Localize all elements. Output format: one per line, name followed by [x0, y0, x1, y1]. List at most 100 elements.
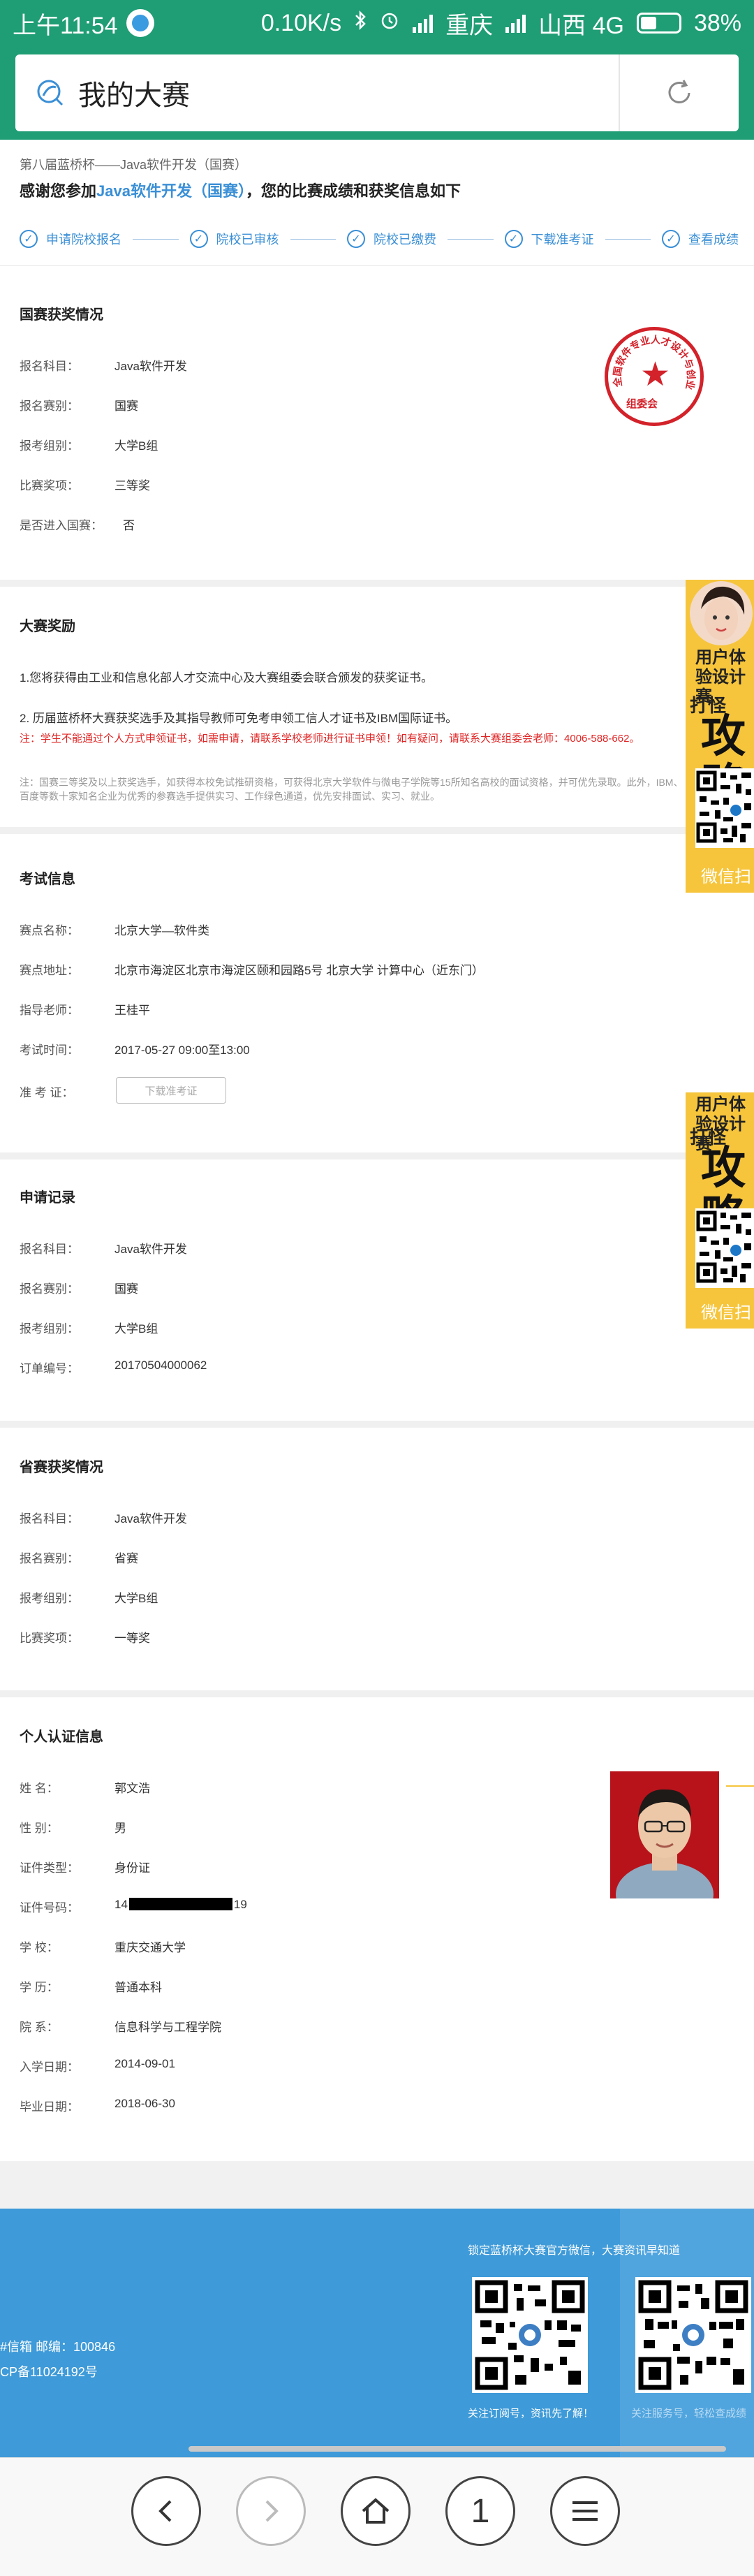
row-label: 入学日期： [20, 2061, 79, 2074]
horizontal-scrollbar[interactable] [188, 2446, 726, 2452]
info-row: 院 系： 信息科学与工程学院 [20, 2017, 221, 2035]
address-bar[interactable]: 我的大赛 [15, 54, 739, 131]
signal-icon-2 [505, 13, 526, 33]
status-time: 上午11:54 [13, 12, 118, 39]
row-value: 信息科学与工程学院 [114, 2021, 221, 2034]
row-label: 学 历： [20, 1981, 59, 1994]
forward-button[interactable] [236, 2476, 306, 2546]
section-title: 申请记录 [20, 1190, 75, 1206]
menu-button[interactable] [550, 2476, 620, 2546]
info-row: 订单编号： 20170504000062 [20, 1359, 207, 1376]
step-connector [605, 238, 651, 240]
row-value: 普通本科 [114, 1981, 162, 1994]
row-label: 证件类型： [20, 1861, 79, 1875]
download-ticket-button[interactable]: 下载准考证 [116, 1077, 226, 1104]
row-value: 三等奖 [114, 479, 150, 492]
step-connector [448, 238, 494, 240]
ad-qr-code [695, 1208, 754, 1288]
reload-button[interactable] [620, 78, 739, 108]
section-separator [0, 1152, 754, 1159]
row-label: 考试时间： [20, 1044, 79, 1057]
back-button[interactable] [131, 2476, 201, 2546]
info-row: 毕业日期： 2018-06-30 [20, 2097, 175, 2114]
info-row: 考试时间： 2017-05-27 09:00至13:00 [20, 1040, 250, 1058]
row-label: 比赛奖项： [20, 479, 79, 492]
id-suffix: 19 [233, 1898, 247, 1911]
competition-name[interactable]: Java软件开发（国赛） [96, 182, 246, 200]
home-button[interactable] [341, 2476, 411, 2546]
row-label: 报考组别： [20, 439, 79, 453]
ad-caption: 微信扫 [701, 1303, 751, 1322]
row-value: Java软件开发 [114, 1512, 187, 1525]
wechat-subscription-qr [472, 2277, 588, 2393]
info-row: 证件号码： 14 19 [20, 1898, 247, 1915]
footer-spacer [0, 2161, 754, 2210]
row-value: 身份证 [114, 1861, 150, 1875]
award-note-red: 注：学生不能通过个人方式申领证书，如需申请，请联系学校老师进行证书申领！如有疑问… [20, 733, 640, 745]
side-ad-2[interactable]: 用户体验设计赛 打怪 攻略 微信扫 [686, 1092, 754, 1329]
info-row: 赛点地址： 北京市海淀区北京市海淀区颐和园路5号 北京大学 计算中心（近东门） [20, 960, 484, 978]
info-row: 姓 名： 郭文浩 [20, 1778, 150, 1796]
row-value: 大学B组 [114, 439, 158, 453]
status-net-speed: 0.10K/s [260, 9, 342, 36]
ad-qr-code [695, 768, 754, 848]
qr-caption-2: 关注服务号，轻松查成绩 [631, 2408, 747, 2420]
row-value: 一等奖 [114, 1632, 150, 1645]
row-label: 比赛奖项： [20, 1632, 79, 1645]
award-note-grey: 注：国赛三等奖及以上获奖选手，如获得本校免试推研资格，可获得北京大学软件与微电子… [20, 777, 683, 802]
row-label: 院 系： [20, 2021, 59, 2034]
step-label: 下载准考证 [531, 233, 594, 247]
side-ad-1[interactable]: 用户体验设计赛 打怪 攻略 微信扫 [686, 580, 754, 893]
row-value: 北京大学—软件类 [114, 924, 209, 937]
ad-caption: 微信扫 [701, 868, 751, 886]
tabs-button[interactable]: 1 [445, 2476, 515, 2546]
row-label: 姓 名： [20, 1782, 59, 1795]
info-row: 准 考 证： [20, 1083, 114, 1100]
progress-steps: ✓ 申请院校报名 ✓ 院校已审核 ✓ 院校已缴费 ✓ 下载准考证 ✓ 查看成绩 [20, 226, 739, 251]
info-row: 比赛奖项： 一等奖 [20, 1628, 150, 1646]
ad-avatar [690, 581, 753, 645]
seal-star-icon: ★ [640, 356, 671, 393]
status-bar: 上午11:54 0.10K/s 重庆 山西 4G 38% [0, 0, 754, 46]
row-label: 报名科目： [20, 360, 79, 373]
info-row: 学 校： 重庆交通大学 [20, 1938, 186, 1955]
row-label: 赛点地址： [20, 964, 79, 977]
row-value: 大学B组 [114, 1592, 158, 1605]
footer-icp[interactable]: CP备11024192号 [0, 2362, 98, 2380]
official-seal: 全国软件专业人才设计与创业大赛 ★ 组委会 [605, 327, 704, 426]
award-paragraph-1: 1.您将获得由工业和信息化部人才交流中心及大赛组委会联合颁发的获奖证书。 [20, 671, 434, 685]
info-row: 入学日期： 2014-09-01 [20, 2057, 175, 2074]
row-value: 国赛 [114, 400, 138, 413]
row-label: 学 校： [20, 1941, 59, 1954]
row-value: 大学B组 [114, 1322, 158, 1335]
row-label: 订单编号： [20, 1362, 79, 1375]
bluetooth-icon [354, 10, 367, 37]
step-connector [133, 238, 179, 240]
row-label: 报名赛别： [20, 1282, 79, 1296]
row-value: 2014-09-01 [114, 2057, 175, 2070]
info-row: 报名科目： Java软件开发 [20, 1509, 187, 1526]
section-separator [0, 827, 754, 834]
row-label: 指导老师： [20, 1004, 79, 1017]
row-label: 性 别： [20, 1822, 59, 1835]
site-footer: 锁定蓝桥杯大赛官方微信，大赛资讯早知道 #信箱 邮编：100846 CP备110… [0, 2209, 754, 2457]
info-row: 是否进入国赛： 否 [20, 515, 135, 533]
forward-icon [265, 2500, 279, 2522]
step-label: 申请院校报名 [46, 233, 121, 247]
row-value: 省赛 [114, 1552, 138, 1565]
reload-icon [668, 80, 690, 103]
row-label: 是否进入国赛： [20, 519, 103, 532]
row-value: 2017-05-27 09:00至13:00 [114, 1044, 250, 1057]
breadcrumb: 第八届蓝桥杯——Java软件开发（国赛） [20, 158, 248, 172]
info-row: 报名科目： Java软件开发 [20, 356, 187, 374]
row-label: 报名赛别： [20, 1552, 79, 1565]
tab-count: 1 [471, 2492, 490, 2530]
section-separator [0, 1690, 754, 1697]
row-label: 报名赛别： [20, 400, 79, 413]
section-separator [0, 580, 754, 587]
info-row: 指导老师： 王桂平 [20, 1000, 150, 1018]
section-separator [0, 1421, 754, 1428]
row-label: 证件号码： [20, 1901, 79, 1915]
step-label: 查看成绩 [688, 233, 739, 247]
section-title: 考试信息 [20, 872, 75, 887]
